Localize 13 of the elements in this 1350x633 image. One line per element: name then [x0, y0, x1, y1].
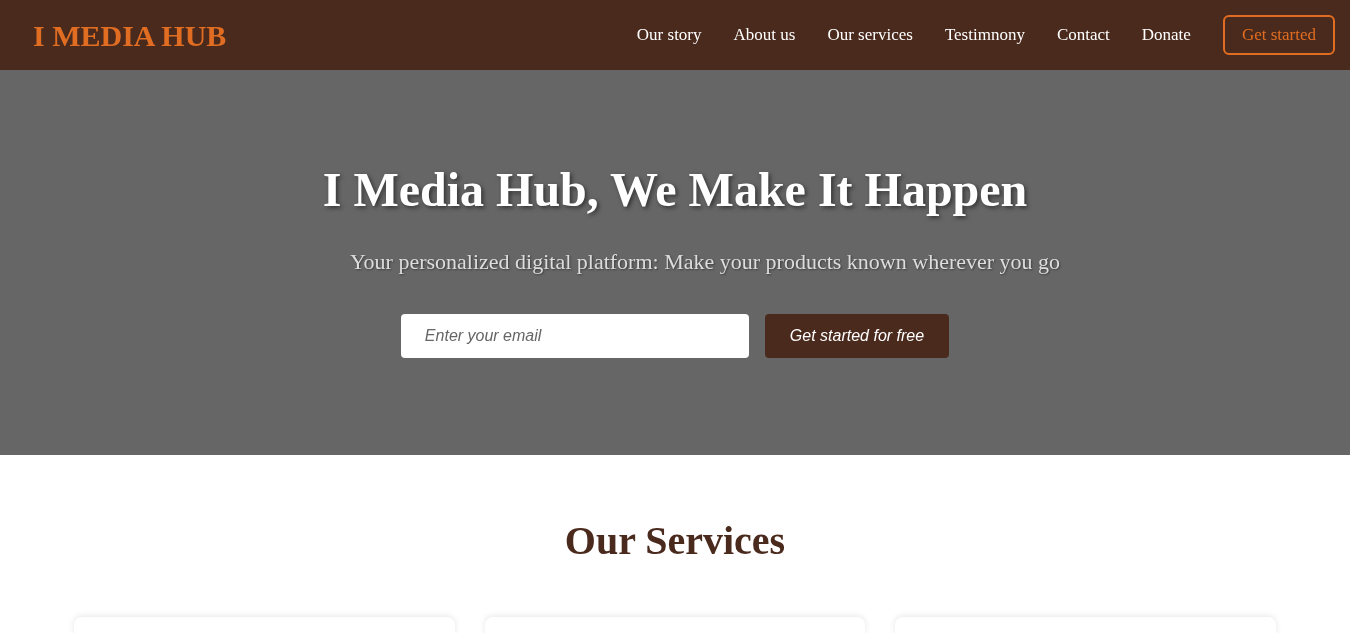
- nav-link[interactable]: Contact: [1056, 22, 1110, 48]
- get-started-free-button[interactable]: Get started for free: [764, 314, 950, 358]
- nav-link[interactable]: About us: [733, 22, 796, 48]
- nav-link[interactable]: Testimnony: [944, 22, 1025, 48]
- nav-link[interactable]: Donate: [1141, 22, 1191, 48]
- nav-link[interactable]: Our services: [827, 22, 913, 48]
- hero-subtitle: Your personalized digital platform: Make your products known wherever you go: [349, 248, 1061, 276]
- email-field[interactable]: Enter your email: [400, 314, 749, 358]
- section-title: Our Services: [564, 521, 786, 561]
- nav-link[interactable]: Our story: [636, 22, 702, 48]
- hero-title: I Media Hub, We Make It Happen: [322, 166, 1028, 214]
- site-logo[interactable]: I MEDIA HUB: [33, 12, 227, 58]
- get-started-button[interactable]: Get started: [1222, 15, 1335, 55]
